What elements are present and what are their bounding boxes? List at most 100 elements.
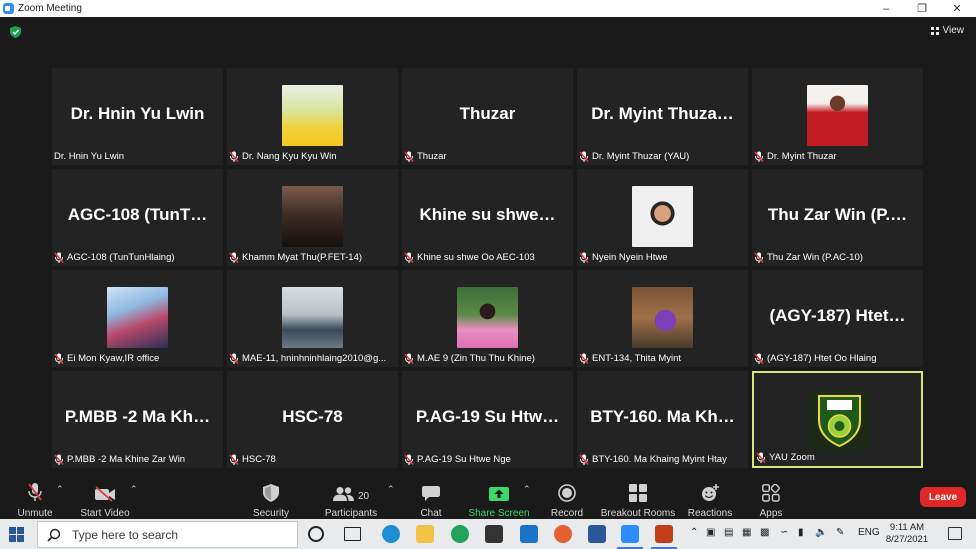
participant-tile[interactable]: M.AE 9 (Zin Thu Thu Khine) xyxy=(402,270,573,367)
search-icon xyxy=(47,528,61,542)
pen-icon[interactable]: ✎ xyxy=(836,527,844,538)
participant-tile[interactable]: Khine su shwe… Khine su shwe Oo AEC-103 xyxy=(402,169,573,266)
breakout-rooms-icon xyxy=(629,484,647,502)
participant-name-label: Khamm Myat Thu(P.FET-14) xyxy=(229,251,362,263)
participants-label: Participants xyxy=(324,508,378,519)
muted-mic-icon xyxy=(54,352,64,364)
participant-name-label: Thuzar xyxy=(404,150,447,162)
tray-overflow-chevron-icon[interactable]: ⌃ xyxy=(690,527,698,538)
apps-button[interactable]: Apps xyxy=(736,480,806,519)
share-options-chevron-icon[interactable]: ⌃ xyxy=(523,484,531,495)
participant-tile[interactable]: Khamm Myat Thu(P.FET-14) xyxy=(227,169,398,266)
participant-tile[interactable]: YAU Zoom xyxy=(752,371,923,468)
participant-video xyxy=(457,287,518,348)
task-view-icon[interactable] xyxy=(344,527,361,541)
participant-tile[interactable]: Thu Zar Win (P.… Thu Zar Win (P.AC-10) xyxy=(752,169,923,266)
clock-date: 8/27/2021 xyxy=(885,534,929,545)
edge-browser-icon[interactable] xyxy=(382,525,400,543)
participant-tile[interactable]: MAE-11, hninhninhlaing2010@g... xyxy=(227,270,398,367)
restore-button[interactable]: ❐ xyxy=(903,0,941,17)
participant-video xyxy=(282,287,343,348)
participant-name: HSC-78 xyxy=(242,453,276,465)
record-button[interactable]: Record xyxy=(532,480,602,519)
participant-tile[interactable]: AGC-108 (TunT… AGC-108 (TunTunHlaing) xyxy=(52,169,223,266)
language-indicator[interactable]: ENG xyxy=(858,527,880,538)
reactions-label: Reactions xyxy=(687,508,733,519)
microsoft-store-icon[interactable] xyxy=(485,525,503,543)
participant-display-name: P.MBB -2 Ma Kh… xyxy=(64,407,211,426)
muted-mic-icon xyxy=(229,453,239,465)
windows-start-icon[interactable] xyxy=(9,527,24,542)
participant-tile[interactable]: Dr. Hnin Yu Lwin Dr. Hnin Yu Lwin xyxy=(52,68,223,165)
chat-button[interactable]: Chat xyxy=(396,480,466,519)
muted-mic-icon xyxy=(54,251,64,263)
word-icon[interactable] xyxy=(588,525,606,543)
breakout-rooms-button[interactable]: Breakout Rooms xyxy=(600,480,676,519)
participant-video xyxy=(282,85,343,146)
security-button[interactable]: Security xyxy=(236,480,306,519)
firefox-browser-icon[interactable] xyxy=(554,525,572,543)
participant-tile[interactable]: Thuzar Thuzar xyxy=(402,68,573,165)
video-gallery: Dr. Hnin Yu Lwin Dr. Hnin Yu Lwin Dr. Nang… xyxy=(52,68,925,468)
breakout-rooms-label: Breakout Rooms xyxy=(600,508,676,519)
participant-video xyxy=(107,287,168,348)
participant-name-label: ENT-134, Thita Myint xyxy=(579,352,681,364)
powerpoint-icon[interactable] xyxy=(651,525,677,549)
participant-tile[interactable]: HSC-78 HSC-78 xyxy=(227,371,398,468)
tray-app-icon-2[interactable]: ▤ xyxy=(724,527,733,538)
zoom-taskbar-icon[interactable] xyxy=(617,525,643,549)
close-button[interactable]: ✕ xyxy=(938,0,976,17)
reactions-button[interactable]: Reactions xyxy=(675,480,745,519)
participant-name-label: Dr. Hnin Yu Lwin xyxy=(54,150,124,162)
participant-tile[interactable]: BTY-160. Ma Kh… BTY-160. Ma Khaing Myint … xyxy=(577,371,748,468)
view-label: View xyxy=(942,25,965,36)
tray-app-icon-3[interactable]: ▦ xyxy=(742,527,751,538)
muted-mic-icon xyxy=(579,453,589,465)
yau-emblem-icon xyxy=(818,395,861,448)
record-icon xyxy=(558,484,576,502)
participant-display-name: Dr. Hnin Yu Lwin xyxy=(70,104,205,123)
encryption-shield-icon[interactable] xyxy=(10,26,21,38)
participant-display-name: Thuzar xyxy=(459,104,516,123)
participant-name: ENT-134, Thita Myint xyxy=(592,352,682,364)
participant-tile[interactable]: ENT-134, Thita Myint xyxy=(577,270,748,367)
muted-mic-icon xyxy=(579,352,589,364)
battery-icon[interactable]: ▮ xyxy=(798,527,804,538)
window-title: Zoom Meeting xyxy=(18,3,82,14)
view-button[interactable]: View xyxy=(930,25,965,36)
notifications-icon[interactable] xyxy=(948,527,962,540)
audio-options-chevron-icon[interactable]: ⌃ xyxy=(56,484,64,495)
participant-tile[interactable]: Ei Mon Kyaw,IR office xyxy=(52,270,223,367)
participant-tile[interactable]: Dr. Nang Kyu Kyu Win xyxy=(227,68,398,165)
participant-tile[interactable]: Nyein Nyein Htwe xyxy=(577,169,748,266)
participant-name-label: Dr. Myint Thuzar xyxy=(754,150,837,162)
taskbar-search-box[interactable]: Type here to search xyxy=(37,521,298,548)
leave-button[interactable]: Leave xyxy=(920,487,966,507)
minimize-button[interactable]: – xyxy=(867,0,905,17)
participant-name-label: Ei Mon Kyaw,IR office xyxy=(54,352,159,364)
mail-icon[interactable] xyxy=(520,525,538,543)
tray-app-icon-4[interactable]: ▩ xyxy=(760,527,769,538)
participants-button[interactable]: 20 Participants xyxy=(316,480,386,519)
muted-mic-icon xyxy=(756,451,766,463)
participant-tile[interactable]: (AGY-187) Htet… (AGY-187) Htet Oo Hlaing xyxy=(752,270,923,367)
file-explorer-icon[interactable] xyxy=(416,525,434,543)
participants-options-chevron-icon[interactable]: ⌃ xyxy=(387,484,395,495)
video-options-chevron-icon[interactable]: ⌃ xyxy=(130,484,138,495)
windows-taskbar: Type here to search ⌃ ▣ ▤ ▦ ▩ ∽ ▮ 🔈 ✎ EN… xyxy=(0,519,976,549)
participant-tile[interactable]: P.MBB -2 Ma Kh… P.MBB -2 Ma Khine Zar Win xyxy=(52,371,223,468)
muted-mic-icon xyxy=(54,453,64,465)
muted-mic-icon xyxy=(404,251,414,263)
tray-app-icon-1[interactable]: ▣ xyxy=(706,527,715,538)
participant-name: Ei Mon Kyaw,IR office xyxy=(67,352,160,364)
clock-time: 9:11 AM xyxy=(889,522,925,533)
participant-tile[interactable]: Dr. Myint Thuzar xyxy=(752,68,923,165)
participant-tile[interactable]: Dr. Myint Thuza… Dr. Myint Thuzar (YAU) xyxy=(577,68,748,165)
participant-tile[interactable]: P.AG-19 Su Htw… P.AG-19 Su Htwe Nge xyxy=(402,371,573,468)
chrome-browser-icon[interactable] xyxy=(451,525,469,543)
wifi-icon[interactable]: ∽ xyxy=(780,527,788,538)
volume-icon[interactable]: 🔈 xyxy=(815,527,827,538)
zoom-app-icon xyxy=(3,3,14,14)
cortana-icon[interactable] xyxy=(308,526,324,542)
taskbar-clock[interactable]: 9:11 AM 8/27/2021 xyxy=(878,522,936,546)
